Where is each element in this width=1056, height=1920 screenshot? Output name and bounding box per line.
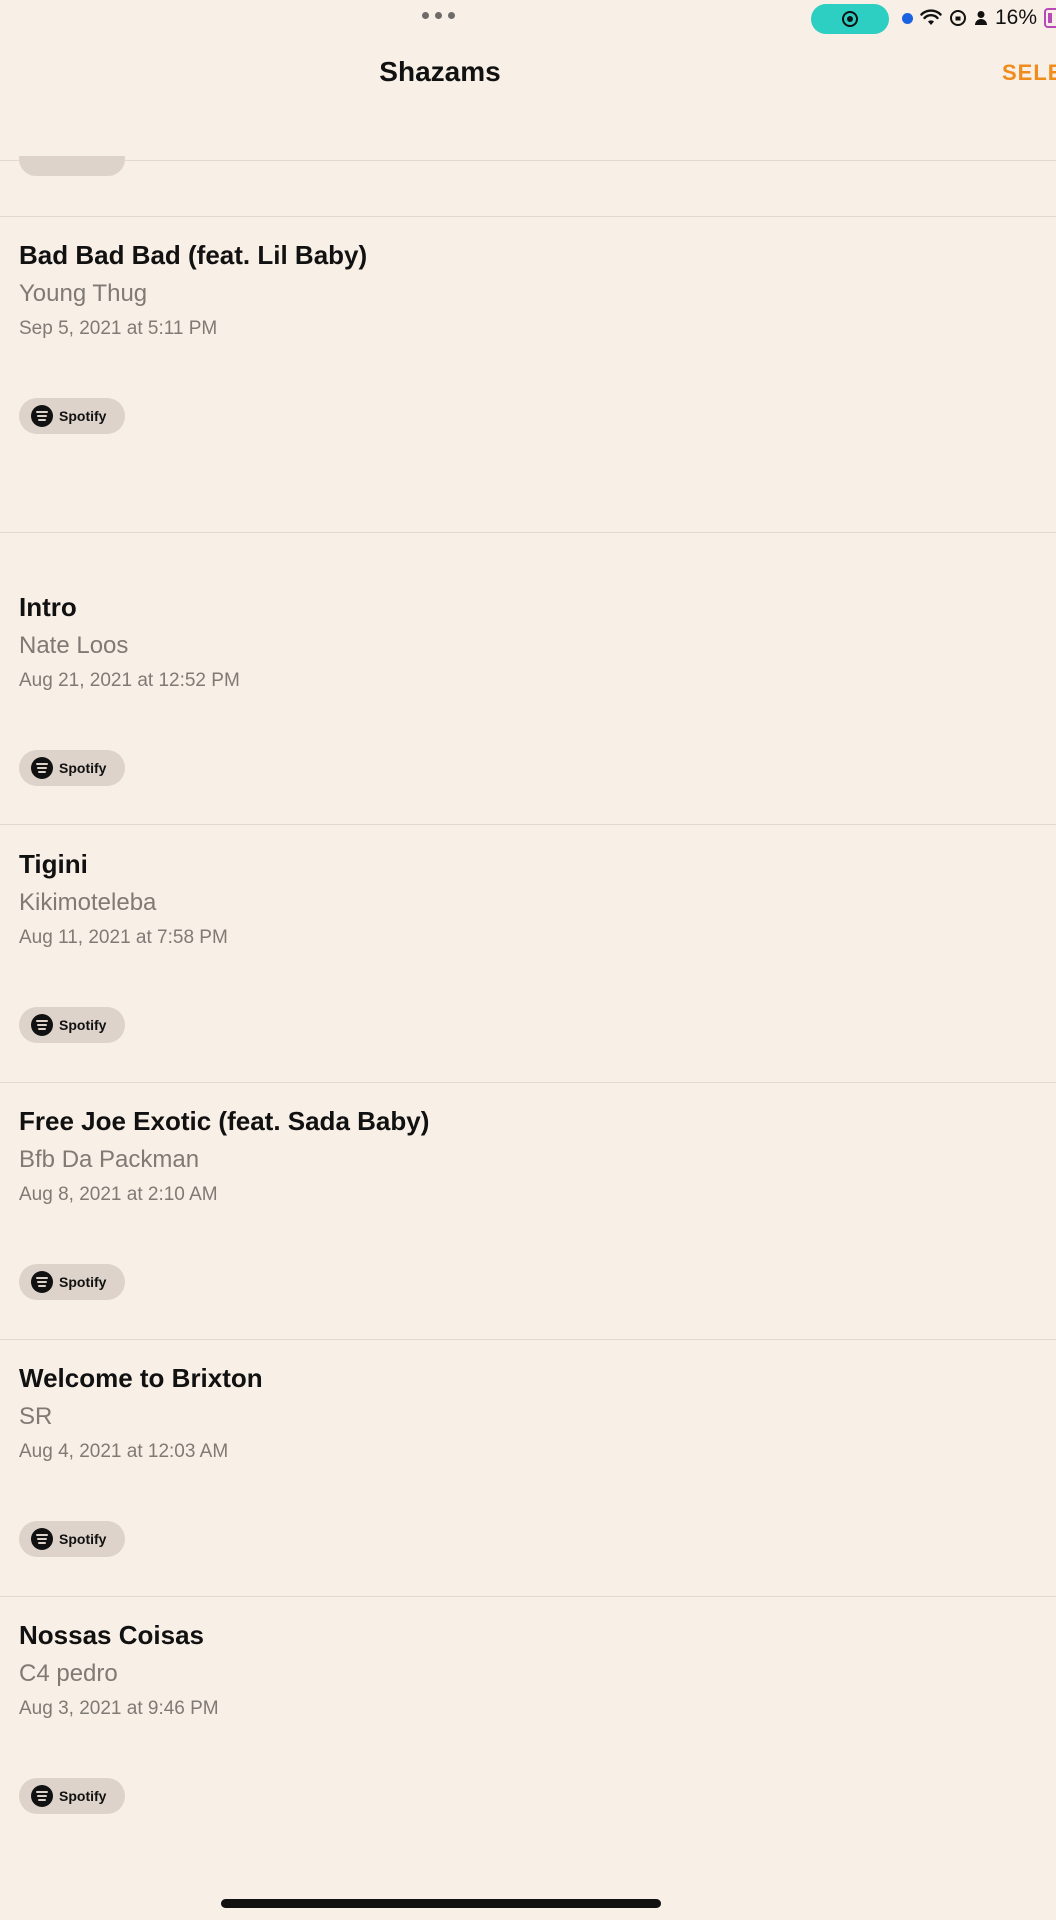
list-item[interactable]: Bad Bad Bad (feat. Lil Baby) Young Thug … [0, 216, 1056, 532]
status-bar: 16% [0, 0, 1056, 40]
list-item[interactable]: Tigini Kikimoteleba Aug 11, 2021 at 7:58… [0, 825, 1056, 1082]
person-icon [974, 11, 987, 25]
spotify-icon [31, 1528, 53, 1550]
shazam-date: Aug 3, 2021 at 9:46 PM [19, 1698, 219, 1719]
list-item[interactable]: Welcome to Brixton SR Aug 4, 2021 at 12:… [0, 1339, 1056, 1596]
spotify-label: Spotify [59, 1274, 107, 1290]
page-title: Shazams [379, 56, 501, 87]
artist-name: Young Thug [19, 280, 148, 307]
spotify-label: Spotify [59, 760, 107, 776]
artist-name: Kikimoteleba [19, 889, 157, 916]
spotify-icon [31, 405, 53, 427]
row-divider [0, 532, 1056, 533]
spotify-label: Spotify [59, 1788, 107, 1804]
home-indicator[interactable] [221, 1899, 661, 1908]
song-title: Intro [19, 592, 77, 622]
song-title: Bad Bad Bad (feat. Lil Baby) [19, 240, 368, 270]
battery-percentage: 16% [994, 6, 1037, 29]
record-icon [842, 11, 858, 27]
screen-recording-indicator[interactable] [811, 4, 889, 34]
list-item[interactable]: Free Joe Exotic (feat. Sada Baby) Bfb Da… [0, 1082, 1056, 1339]
spotify-button[interactable]: Spotify [19, 1264, 125, 1300]
microphone-indicator-icon [901, 12, 913, 24]
spotify-icon [31, 1014, 53, 1036]
wifi-icon [920, 9, 942, 25]
artist-name: C4 pedro [19, 1660, 118, 1687]
spotify-label: Spotify [59, 1017, 107, 1033]
shazam-date: Aug 11, 2021 at 7:58 PM [19, 927, 228, 948]
list-item[interactable]: Nossas Coisas C4 pedro Aug 3, 2021 at 9:… [0, 1596, 1056, 1853]
shazam-date: Sep 5, 2021 at 5:11 PM [19, 318, 218, 339]
rotation-lock-icon [949, 10, 966, 26]
list-item[interactable]: Intro Nate Loos Aug 21, 2021 at 12:52 PM… [0, 568, 1056, 824]
song-title: Tigini [19, 849, 88, 879]
spotify-icon [31, 1785, 53, 1807]
multitasking-dots-icon[interactable] [422, 12, 455, 19]
song-title: Nossas Coisas [19, 1620, 204, 1650]
spotify-icon [31, 757, 53, 779]
song-title: Free Joe Exotic (feat. Sada Baby) [19, 1106, 430, 1136]
navigation-bar: Shazams SELE [0, 40, 1056, 161]
status-icons: 16% [901, 6, 1056, 30]
spotify-button[interactable]: Spotify [19, 398, 125, 434]
artist-name: Nate Loos [19, 632, 129, 659]
spotify-button[interactable]: Spotify [19, 1007, 125, 1043]
battery-icon [1044, 8, 1056, 28]
artist-name: SR [19, 1403, 53, 1430]
shazam-date: Aug 4, 2021 at 12:03 AM [19, 1441, 229, 1462]
spotify-button[interactable]: Spotify [19, 1778, 125, 1814]
artist-name: Bfb Da Packman [19, 1146, 200, 1173]
shazam-date: Aug 8, 2021 at 2:10 AM [19, 1184, 218, 1205]
shazam-date: Aug 21, 2021 at 12:52 PM [19, 670, 240, 691]
song-title: Welcome to Brixton [19, 1363, 263, 1393]
select-button[interactable]: SELE [1002, 60, 1056, 86]
spotify-button[interactable]: Spotify [19, 1521, 125, 1557]
spotify-label: Spotify [59, 1531, 107, 1547]
spotify-label: Spotify [59, 408, 107, 424]
spotify-button[interactable]: Spotify [19, 750, 125, 786]
spotify-icon [31, 1271, 53, 1293]
